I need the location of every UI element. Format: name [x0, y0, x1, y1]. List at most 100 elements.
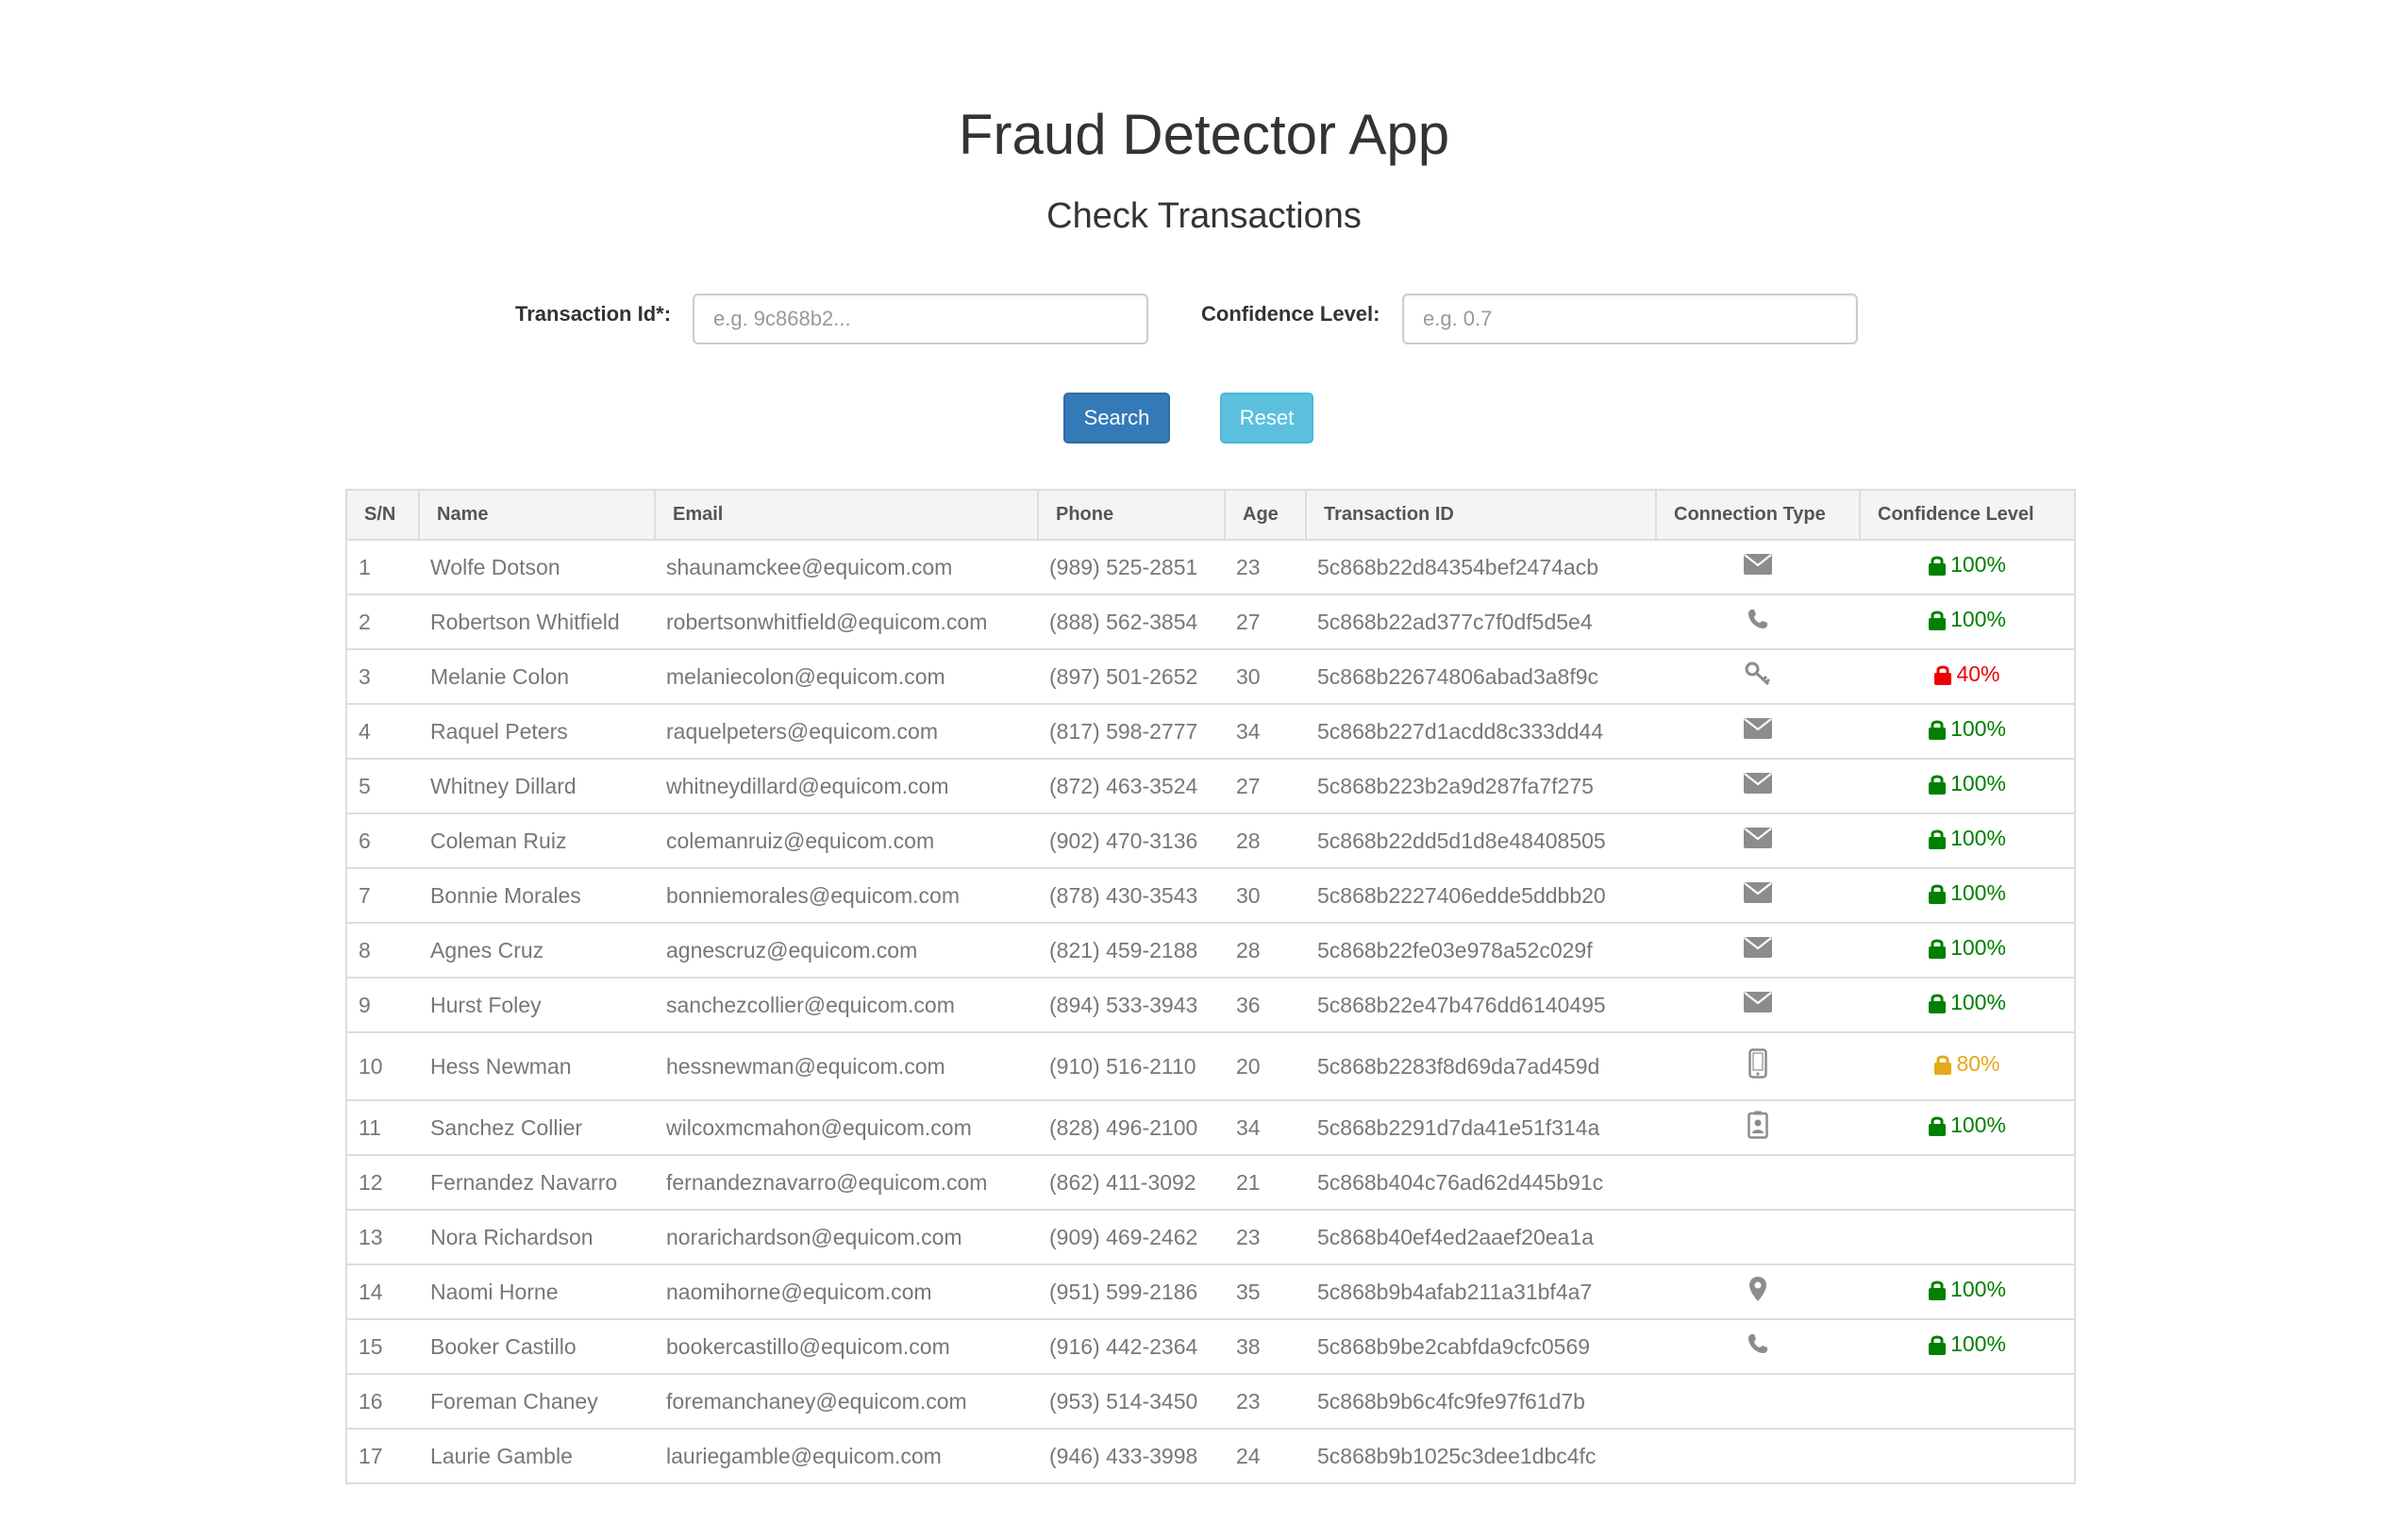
table-row[interactable]: 5 Whitney Dillard whitneydillard@equicom.c… [347, 759, 2074, 814]
cell-transaction-id: 5c868b9b1025c3dee1dbc4fc [1317, 1443, 1597, 1468]
envelope-icon [1744, 828, 1772, 854]
table-row[interactable]: 9 Hurst Foley sanchezcollier@equicom.com (8… [347, 978, 2074, 1033]
column-header-name[interactable]: Name [419, 491, 656, 541]
cell-email: bookercastillo@equicom.com [655, 1319, 1038, 1375]
cell-connection-type [1656, 1032, 1860, 1101]
cell-email: colemanruiz@equicom.com [655, 813, 1038, 869]
cell-age: 30 [1225, 649, 1306, 705]
table-row[interactable]: 8 Agnes Cruz agnescruz@equicom.com (821) 45… [347, 923, 2074, 979]
cell-phone: (817) 598-2777 [1038, 704, 1225, 760]
cell-email: norarichardson@equicom.com [655, 1210, 1038, 1265]
cell-age: 34 [1225, 704, 1306, 760]
cell-age: 30 [1225, 868, 1306, 924]
cell-transaction-id: 5c868b9b6c4fc9fe97f61d7b [1306, 1374, 1656, 1430]
cell-sn: 17 [359, 1443, 383, 1468]
cell-confidence-level: 100% [1860, 594, 2074, 650]
table-row[interactable]: 14 Naomi Horne naomihorne@equicom.com (951)… [347, 1264, 2074, 1320]
cell-phone: (902) 470-3136 [1038, 813, 1225, 869]
id-badge-icon [1747, 1111, 1768, 1145]
cell-name: Nora Richardson [419, 1210, 655, 1265]
lock-icon [1928, 718, 1947, 741]
cell-transaction-id: 5c868b2283f8d69da7ad459d [1306, 1032, 1656, 1101]
column-header-phone[interactable]: Phone [1038, 491, 1226, 541]
column-header-sn[interactable]: S/N [347, 491, 420, 541]
table-row[interactable]: 7 Bonnie Morales bonniemorales@equicom.com… [347, 868, 2074, 924]
confidence-value: 100% [1950, 1113, 2006, 1138]
cell-transaction-id: 5c868b22e47b476dd6140495 [1306, 978, 1656, 1033]
cell-connection-type [1656, 649, 1860, 705]
cell-transaction-id: 5c868b40ef4ed2aaef20ea1a [1306, 1210, 1656, 1265]
column-header-connection-type[interactable]: Connection Type [1656, 491, 1861, 541]
table-row[interactable]: 4 Raquel Peters raquelpeters@equicom.com (8… [347, 704, 2074, 760]
cell-name: Fernandez Navarro [419, 1155, 655, 1211]
cell-sn: 12 [347, 1155, 419, 1211]
cell-confidence-level: 100% [1860, 978, 2074, 1033]
column-header-email[interactable]: Email [655, 491, 1039, 541]
cell-sn: 15 [347, 1319, 419, 1375]
cell-name: Sanchez Collier [419, 1100, 655, 1156]
cell-phone: (828) 496-2100 [1038, 1100, 1225, 1156]
cell-transaction-id: 5c868b22fe03e978a52c029f [1306, 923, 1656, 979]
table-row[interactable]: 2 Robertson Whitfield robertsonwhitfield@e… [347, 594, 2074, 650]
column-header-age[interactable]: Age [1225, 491, 1307, 541]
cell-phone: (897) 501-2652 [1038, 649, 1225, 705]
cell-email: raquelpeters@equicom.com [655, 704, 1038, 760]
cell-email: melaniecolon@equicom.com [655, 649, 1038, 705]
confidence-badge: 100% [1928, 552, 2006, 577]
table-row[interactable]: 17 Laurie Gamble lauriegamble@equicom.com (… [347, 1429, 2074, 1482]
lock-icon [1928, 773, 1947, 795]
lock-icon [1928, 992, 1947, 1014]
confidence-level-input[interactable] [1402, 293, 1858, 344]
cell-age: 23 [1225, 1210, 1306, 1265]
confidence-value: 100% [1950, 552, 2006, 577]
table-row[interactable]: 12 Fernandez Navarro fernandeznavarro@equi… [347, 1155, 2074, 1211]
lock-icon [1928, 1114, 1947, 1137]
reset-button[interactable]: Reset [1220, 393, 1313, 444]
phone-icon [1747, 608, 1769, 636]
column-header-transaction-id[interactable]: Transaction ID [1306, 491, 1657, 541]
table-row[interactable]: 1 Wolfe Dotson shaunamckee@equicom.com (989… [347, 540, 2074, 595]
cell-transaction-id: 5c868b227d1acdd8c333dd44 [1306, 704, 1656, 760]
table-row[interactable]: 3 Melanie Colon melaniecolon@equicom.com (8… [347, 649, 2074, 705]
cell-email: bonniemorales@equicom.com [655, 868, 1038, 924]
confidence-value: 100% [1950, 716, 2006, 742]
table-row[interactable]: 6 Coleman Ruiz colemanruiz@equicom.com (902… [347, 813, 2074, 869]
table-row[interactable]: 10 Hess Newman hessnewman@equicom.com (910)… [347, 1032, 2074, 1101]
cell-age: 24 [1236, 1443, 1261, 1468]
cell-email: naomihorne@equicom.com [655, 1264, 1038, 1320]
cell-connection-type [1656, 978, 1860, 1033]
cell-connection-type [1656, 1155, 1860, 1211]
cell-name: Foreman Chaney [419, 1374, 655, 1430]
column-header-confidence-level[interactable]: Confidence Level [1860, 491, 2074, 541]
confidence-value: 40% [1956, 661, 2000, 687]
phone-icon [1747, 1332, 1769, 1361]
search-button[interactable]: Search [1063, 393, 1170, 444]
confidence-badge: 100% [1928, 990, 2006, 1015]
table-row[interactable]: 16 Foreman Chaney foremanchaney@equicom.co… [347, 1374, 2074, 1430]
lock-icon [1928, 882, 1947, 905]
cell-age: 27 [1225, 759, 1306, 814]
confidence-badge: 80% [1933, 1051, 2000, 1077]
cell-confidence-level: 100% [1860, 759, 2074, 814]
cell-sn: 4 [347, 704, 419, 760]
cell-email: foremanchaney@equicom.com [655, 1374, 1038, 1430]
cell-transaction-id: 5c868b22dd5d1d8e48408505 [1306, 813, 1656, 869]
table-row[interactable]: 13 Nora Richardson norarichardson@equicom.… [347, 1210, 2074, 1265]
transaction-id-input[interactable] [693, 293, 1148, 344]
cell-confidence-level: 40% [1860, 649, 2074, 705]
table-row[interactable]: 15 Booker Castillo bookercastillo@equicom.… [347, 1319, 2074, 1375]
lock-icon [1928, 828, 1947, 850]
cell-email: fernandeznavarro@equicom.com [655, 1155, 1038, 1211]
transactions-table: S/N Name Email Phone Age Transaction ID … [345, 489, 2076, 1484]
cell-name: Booker Castillo [419, 1319, 655, 1375]
cell-connection-type [1656, 540, 1860, 595]
cell-confidence-level [1860, 1210, 2074, 1265]
confidence-badge: 100% [1928, 607, 2006, 632]
cell-phone: (910) 516-2110 [1038, 1032, 1225, 1101]
cell-phone: (821) 459-2188 [1038, 923, 1225, 979]
cell-confidence-level: 80% [1860, 1032, 2074, 1101]
confidence-badge: 100% [1928, 1277, 2006, 1302]
table-row[interactable]: 11 Sanchez Collier wilcoxmcmahon@equicom.c… [347, 1100, 2074, 1156]
cell-transaction-id: 5c868b22674806abad3a8f9c [1306, 649, 1656, 705]
cell-confidence-level: 100% [1860, 704, 2074, 760]
